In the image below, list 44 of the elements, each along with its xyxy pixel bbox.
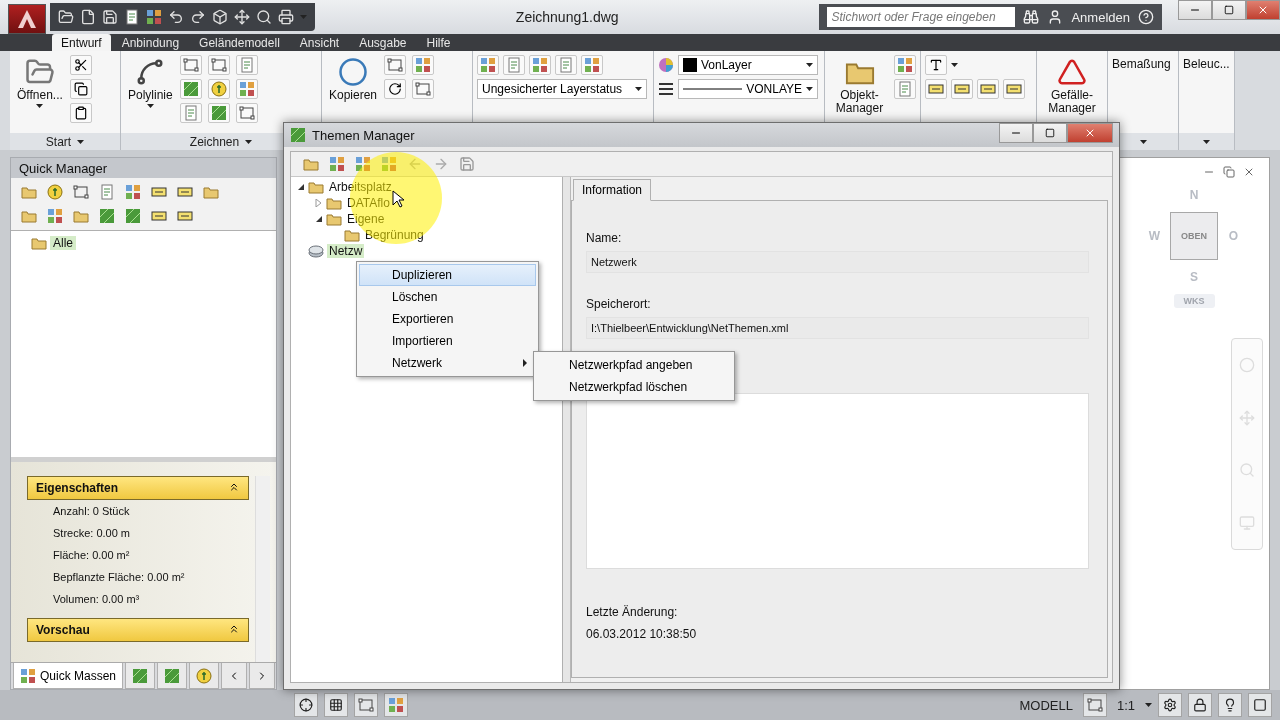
- menu-item[interactable]: Netzwerkpfad löschen: [536, 376, 732, 398]
- window-title: Zeichnung1.dwg: [514, 9, 620, 25]
- palette-tab[interactable]: Quick Massen: [13, 663, 124, 689]
- section-title: Vorschau: [36, 623, 90, 637]
- annotation-scale[interactable]: 1:1: [1112, 697, 1139, 713]
- palette-title: Quick Manager: [19, 160, 108, 176]
- field-label: Letzte Änderung:: [586, 605, 679, 619]
- color-dropdown[interactable]: VonLayer: [678, 55, 818, 75]
- tree-item[interactable]: Alle: [50, 236, 76, 250]
- model-button[interactable]: MODELL: [1015, 697, 1077, 713]
- info-tab[interactable]: Information: [573, 179, 652, 201]
- field-label: Name:: [586, 231, 623, 245]
- section-header[interactable]: Eigenschaften: [27, 476, 249, 500]
- ribbon-tab[interactable]: Ansicht: [290, 34, 349, 51]
- ribbon-tab[interactable]: Hilfe: [417, 34, 460, 51]
- menu-item[interactable]: Importieren: [359, 330, 536, 352]
- polyline-button[interactable]: Polylinie: [125, 55, 176, 110]
- linetype-dropdown[interactable]: VONLAYE: [678, 79, 818, 99]
- property-line: Strecke: 0.00 m: [52, 526, 132, 541]
- layer-state-dropdown[interactable]: Ungesicherter Layerstatus: [477, 79, 647, 99]
- sign-in-link[interactable]: Anmelden: [1071, 9, 1130, 25]
- menu-item[interactable]: Duplizieren: [359, 264, 536, 286]
- search-field[interactable]: Stichwort oder Frage eingeben: [827, 7, 1016, 27]
- property-line: Anzahl: 0 Stück: [52, 504, 131, 519]
- read-only-field: Netzwerk: [586, 251, 1089, 273]
- menu-item[interactable]: Exportieren: [359, 308, 536, 330]
- ribbon-tab[interactable]: Entwurf: [52, 34, 111, 51]
- modified-date: 06.03.2012 10:38:50: [586, 627, 698, 641]
- field-label: Speicherort:: [586, 297, 652, 311]
- section-title: Eigenschaften: [36, 481, 119, 495]
- tree-item[interactable]: Netzw: [327, 244, 365, 258]
- section-header[interactable]: Vorschau: [27, 618, 249, 642]
- menu-item[interactable]: Netzwerkpfad angeben: [536, 354, 732, 376]
- menu-item[interactable]: Löschen: [359, 286, 536, 308]
- ribbon-tab[interactable]: Geländemodell: [190, 34, 289, 51]
- copy-objects-button[interactable]: Kopieren: [326, 55, 381, 104]
- open-button[interactable]: Öffnen...: [14, 55, 66, 110]
- ribbon-tab[interactable]: Ausgabe: [350, 34, 416, 51]
- ribbon-tab[interactable]: Anbindung: [112, 34, 189, 51]
- property-line: Fläche: 0.00 m²: [52, 548, 131, 563]
- read-only-field: I:\Thielbeer\Entwicklung\NetThemen.xml: [586, 317, 1089, 339]
- property-line: Bepflanzte Fläche: 0.00 m²: [52, 570, 186, 585]
- property-line: Volumen: 0.00 m³: [52, 592, 141, 607]
- dialog-title: Themen Manager: [312, 127, 415, 143]
